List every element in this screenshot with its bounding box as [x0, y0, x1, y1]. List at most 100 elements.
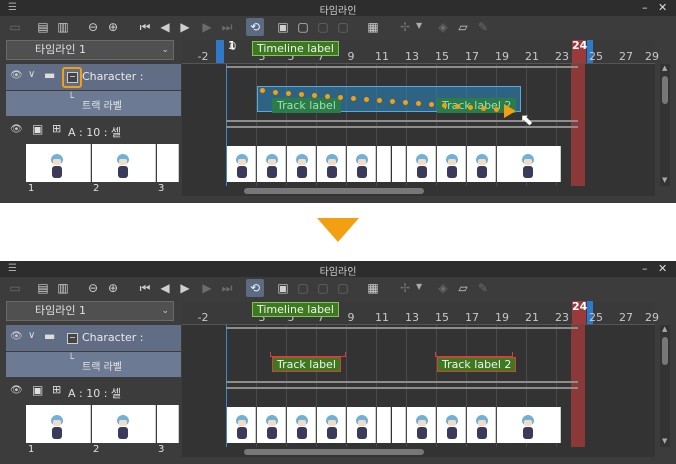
layer-row-track-label[interactable]: └ 트랙 라벨: [6, 352, 181, 377]
dropdown-icon[interactable]: ▼: [416, 21, 422, 30]
loop-icon[interactable]: ⟲: [246, 279, 264, 297]
timeline-label[interactable]: Timeline label: [252, 302, 339, 317]
camera-move-icon[interactable]: ✢: [396, 279, 414, 297]
frame-ruler[interactable]: 24 -2 3 5 7 9 11 13 15 17 19 21 23 25 27…: [182, 300, 659, 325]
timeline-label[interactable]: Timeline label: [252, 41, 339, 56]
eye-icon[interactable]: 👁: [10, 385, 23, 396]
edit-icon[interactable]: ▢: [334, 279, 352, 297]
film-icon[interactable]: ▤: [34, 279, 52, 297]
cel-thumbnail[interactable]: [92, 405, 156, 443]
frame-ruler[interactable]: 1 24 -2 0 3 5 7 9 11 13 15 17 19 21 23 2…: [182, 39, 659, 64]
cel-thumbnail[interactable]: [92, 144, 156, 182]
horizontal-scrollbar[interactable]: [182, 186, 655, 196]
zoom-out-icon[interactable]: ⊖: [84, 279, 102, 297]
track-label[interactable]: Track label: [272, 357, 341, 372]
tick-label: 23: [555, 311, 569, 324]
folder-name: Character :: [82, 331, 144, 344]
vertical-scrollbar[interactable]: ▲ ▼: [660, 325, 670, 447]
window-title: 타임라인: [319, 267, 357, 278]
cel-thumbnail[interactable]: [157, 144, 179, 182]
cel-thumbnail[interactable]: [26, 405, 91, 443]
branch-icon: └: [68, 354, 75, 365]
chevron-down-icon[interactable]: ∨: [28, 330, 35, 341]
minimize-button[interactable]: –: [642, 262, 648, 275]
timeline-select[interactable]: 타임라인 1 ⌄: [6, 40, 174, 60]
cel-thumbnail[interactable]: [26, 144, 91, 182]
film-edit-icon[interactable]: ▥: [54, 279, 72, 297]
vertical-scrollbar[interactable]: ▲ ▼: [660, 64, 670, 186]
new-animation-cel-icon[interactable]: ▣: [274, 279, 292, 297]
layer-row-character[interactable]: 👁 ∨ ▬ − Character :: [6, 325, 181, 351]
film-edit-icon[interactable]: ▥: [54, 18, 72, 36]
edit-icon[interactable]: ▢: [334, 18, 352, 36]
track-label[interactable]: Track label: [272, 98, 341, 113]
zoom-out-icon[interactable]: ⊖: [84, 18, 102, 36]
layer-row-animation-folder[interactable]: 👁 ▣ ⊞ A : 10 : 셀: [6, 379, 181, 403]
track-label[interactable]: Track label 2: [437, 357, 517, 372]
play-icon[interactable]: ▶: [176, 18, 194, 36]
close-button[interactable]: ✕: [658, 262, 667, 275]
chevron-down-icon[interactable]: ∨: [28, 69, 35, 80]
lightbox-icon[interactable]: ▦: [364, 18, 382, 36]
close-button[interactable]: ✕: [658, 1, 667, 14]
camera-move-icon[interactable]: ✢: [396, 18, 414, 36]
pen-icon[interactable]: ✎: [474, 18, 492, 36]
expand-icon[interactable]: ⊞: [52, 122, 61, 135]
zoom-in-icon[interactable]: ⊕: [104, 18, 122, 36]
keyframe-icon[interactable]: ◈: [434, 18, 452, 36]
horizontal-scrollbar[interactable]: [182, 447, 655, 457]
timeline-grid[interactable]: Track label Track label 2: [182, 325, 655, 447]
cel-spec-icon[interactable]: ▢: [294, 279, 312, 297]
cel-thumbnail[interactable]: [157, 405, 179, 443]
animation-folder-icon: ▣: [32, 122, 44, 136]
prev-frame-icon[interactable]: ◀: [156, 279, 174, 297]
tick-label: 29: [645, 50, 659, 63]
new-timeline-icon[interactable]: ▭: [6, 18, 24, 36]
layer-row-character[interactable]: 👁 ∨ ▬ − Character :: [6, 64, 181, 90]
window-title: 타임라인: [319, 6, 357, 17]
layer-row-track-label[interactable]: └ 트랙 라벨: [6, 91, 181, 116]
track-collapse-icon[interactable]: −: [67, 333, 78, 344]
layer-row-animation-folder[interactable]: 👁 ▣ ⊞ A : 10 : 셀: [6, 118, 181, 142]
cel-spec-icon[interactable]: ▢: [294, 18, 312, 36]
keyframe-icon[interactable]: ◈: [434, 279, 452, 297]
window-titlebar: ☰ 타임라인 – ✕: [0, 0, 676, 17]
tick-label: 15: [435, 311, 449, 324]
drag-arrow-icon: [504, 104, 516, 118]
tick-label: 13: [405, 311, 419, 324]
pen-icon[interactable]: ✎: [474, 279, 492, 297]
tick-label: 11: [375, 311, 389, 324]
last-frame-icon[interactable]: ⏭: [218, 279, 236, 297]
dropdown-icon[interactable]: ▼: [416, 282, 422, 291]
onion-skin-icon[interactable]: ▢: [314, 18, 332, 36]
first-frame-icon[interactable]: ⏮: [136, 279, 154, 297]
tick-label: 21: [525, 311, 539, 324]
play-icon[interactable]: ▶: [176, 279, 194, 297]
eye-icon[interactable]: 👁: [10, 124, 23, 135]
mouse-cursor-icon: ⬉: [520, 110, 534, 129]
film-icon[interactable]: ▤: [34, 18, 52, 36]
first-frame-icon[interactable]: ⏮: [136, 18, 154, 36]
eye-icon[interactable]: 👁: [10, 331, 23, 342]
last-frame-icon[interactable]: ⏭: [218, 18, 236, 36]
eye-icon[interactable]: 👁: [10, 70, 23, 81]
zoom-in-icon[interactable]: ⊕: [104, 279, 122, 297]
animation-folder-icon: ▣: [32, 383, 44, 397]
next-frame-icon[interactable]: ▶: [198, 18, 216, 36]
folder-effect-icon[interactable]: ▱: [454, 279, 472, 297]
cel-number: 1: [28, 444, 35, 455]
onion-skin-icon[interactable]: ▢: [314, 279, 332, 297]
next-frame-icon[interactable]: ▶: [198, 279, 216, 297]
minimize-button[interactable]: –: [642, 1, 648, 14]
timeline-select[interactable]: 타임라인 1 ⌄: [6, 301, 174, 321]
lightbox-icon[interactable]: ▦: [364, 279, 382, 297]
timeline-grid[interactable]: Track label Track label 2 ⬉: [182, 64, 655, 186]
tick-label: 19: [495, 50, 509, 63]
new-animation-cel-icon[interactable]: ▣: [274, 18, 292, 36]
new-timeline-icon[interactable]: ▭: [6, 279, 24, 297]
expand-icon[interactable]: ⊞: [52, 383, 61, 396]
folder-effect-icon[interactable]: ▱: [454, 18, 472, 36]
timeline-panel-before: ☰ 타임라인 – ✕ ▭ ▤ ▥ ⊖ ⊕ ⏮ ◀ ▶ ▶ ⏭ ⟲ ▣ ▢ ▢ ▢…: [0, 0, 676, 203]
prev-frame-icon[interactable]: ◀: [156, 18, 174, 36]
loop-icon[interactable]: ⟲: [246, 18, 264, 36]
